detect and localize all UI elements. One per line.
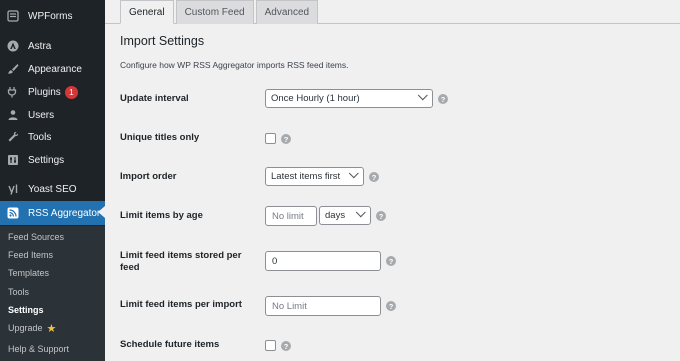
tab-general[interactable]: General — [120, 0, 174, 24]
paintbrush-icon — [6, 62, 20, 76]
submenu-item-settings[interactable]: Settings — [0, 302, 105, 318]
tab-label: Advanced — [264, 7, 310, 18]
submenu-item-upgrade[interactable]: Upgrade ★ — [0, 320, 105, 336]
sidebar-item-users[interactable]: Users — [0, 104, 105, 126]
limit-age-placeholder: No limit — [272, 210, 304, 222]
submenu-item-feed-sources[interactable]: Feed Sources — [0, 229, 105, 245]
tab-advanced[interactable]: Advanced — [255, 0, 319, 24]
submenu-item-label: Feed Sources — [8, 232, 65, 242]
limit-age-label: Limit items by age — [120, 210, 203, 221]
submenu-item-label: Settings — [8, 305, 44, 315]
unique-titles-checkbox[interactable] — [265, 133, 276, 144]
sidebar-item-label: Appearance — [28, 63, 82, 75]
sidebar-item-tools[interactable]: Tools — [0, 126, 105, 148]
limit-age-input[interactable]: No limit — [265, 206, 317, 226]
submenu-item-label: Tools — [8, 287, 30, 297]
import-order-label: Import order — [120, 171, 177, 182]
admin-sidebar: WPForms Astra Appearance Plugins 1 Users… — [0, 0, 105, 361]
users-icon — [6, 108, 20, 122]
sidebar-item-yoast[interactable]: Yoast SEO — [0, 178, 105, 200]
section-title: Import Settings — [120, 34, 205, 48]
limit-stored-label: Limit feed items stored per feed — [120, 250, 242, 273]
limit-per-import-placeholder: No Limit — [272, 300, 307, 312]
wpforms-icon — [6, 9, 20, 23]
limit-per-import-input[interactable]: No Limit — [265, 296, 381, 316]
limit-stored-input[interactable]: 0 — [265, 251, 381, 271]
chevron-down-icon — [355, 207, 366, 218]
sidebar-item-plugins[interactable]: Plugins 1 — [0, 81, 105, 103]
limit-age-unit-value: days — [325, 210, 346, 221]
limit-per-import-label: Limit feed items per import — [120, 299, 242, 310]
sidebar-item-wpforms[interactable]: WPForms — [0, 5, 105, 27]
rss-icon — [6, 206, 20, 220]
update-interval-label: Update interval — [120, 93, 189, 104]
help-icon[interactable]: ? — [281, 134, 291, 144]
help-icon[interactable]: ? — [369, 172, 379, 182]
submenu-item-label: Feed Items — [8, 250, 54, 260]
help-icon[interactable]: ? — [386, 256, 396, 266]
schedule-future-label: Schedule future items — [120, 339, 220, 350]
update-interval-select[interactable]: Once Hourly (1 hour) — [265, 89, 433, 108]
submenu-item-feed-items[interactable]: Feed Items — [0, 247, 105, 263]
tab-label: General — [129, 6, 165, 18]
sidebar-item-label: Yoast SEO — [28, 183, 77, 195]
help-icon[interactable]: ? — [386, 301, 396, 311]
submenu-item-label: Templates — [8, 268, 50, 278]
tab-custom-feed[interactable]: Custom Feed — [175, 0, 254, 24]
sidebar-item-label: Plugins — [28, 86, 61, 98]
schedule-future-checkbox[interactable] — [265, 340, 276, 351]
help-icon[interactable]: ? — [376, 211, 386, 221]
update-count-badge: 1 — [64, 85, 78, 99]
tab-label: Custom Feed — [184, 7, 245, 18]
section-description: Configure how WP RSS Aggregator imports … — [120, 60, 349, 70]
sidebar-item-label: Settings — [28, 154, 65, 166]
help-icon[interactable]: ? — [438, 94, 448, 104]
sidebar-item-label: Astra — [28, 40, 52, 52]
settings-icon — [6, 153, 20, 167]
yoast-icon — [6, 182, 20, 196]
help-icon[interactable]: ? — [281, 341, 291, 351]
submenu-item-label: Upgrade — [8, 323, 43, 333]
import-order-select[interactable]: Latest items first — [265, 167, 364, 186]
plugin-icon — [6, 85, 20, 99]
sidebar-item-astra[interactable]: Astra — [0, 35, 105, 57]
settings-tabs: General Custom Feed Advanced — [120, 0, 320, 24]
submenu-item-label: Help & Support — [8, 344, 70, 354]
sidebar-item-label: RSS Aggregator — [28, 207, 101, 219]
star-icon: ★ — [46, 322, 57, 335]
wrench-icon — [6, 130, 20, 144]
sidebar-item-label: Tools — [28, 131, 52, 143]
chevron-down-icon — [348, 168, 359, 179]
limit-age-unit-select[interactable]: days — [319, 206, 371, 225]
submenu-item-help-support[interactable]: Help & Support — [0, 341, 105, 357]
import-order-value: Latest items first — [271, 171, 341, 182]
update-interval-value: Once Hourly (1 hour) — [271, 93, 360, 104]
submenu-item-tools[interactable]: Tools — [0, 284, 105, 300]
sidebar-item-settings[interactable]: Settings — [0, 149, 105, 171]
sidebar-item-label: Users — [28, 109, 55, 121]
sidebar-item-rss-aggregator[interactable]: RSS Aggregator — [0, 201, 105, 225]
submenu-item-templates[interactable]: Templates — [0, 265, 105, 281]
unique-titles-label: Unique titles only — [120, 132, 200, 143]
sidebar-item-label: WPForms — [28, 10, 73, 22]
astra-icon — [6, 39, 20, 53]
limit-stored-value: 0 — [272, 255, 278, 267]
chevron-down-icon — [417, 90, 428, 101]
sidebar-item-appearance[interactable]: Appearance — [0, 58, 105, 80]
settings-page: General Custom Feed Advanced Import Sett… — [105, 0, 680, 361]
